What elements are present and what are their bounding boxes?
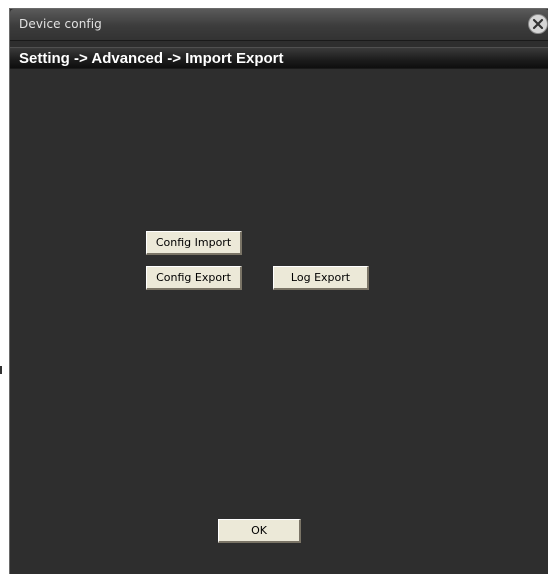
device-config-window: Device config Setting -> Advanced -> Imp… bbox=[9, 8, 548, 574]
breadcrumb-text: Setting -> Advanced -> Import Export bbox=[19, 50, 284, 67]
page-edge-mark bbox=[0, 366, 2, 374]
close-button[interactable] bbox=[528, 14, 548, 34]
ok-button[interactable]: OK bbox=[218, 519, 301, 543]
content-panel: Config Import Config Export Log Export O… bbox=[10, 69, 548, 574]
window-title: Device config bbox=[19, 17, 102, 31]
breadcrumb: Setting -> Advanced -> Import Export bbox=[10, 47, 548, 69]
window-titlebar[interactable]: Device config bbox=[10, 9, 548, 41]
config-import-button[interactable]: Config Import bbox=[146, 231, 242, 255]
config-export-button[interactable]: Config Export bbox=[146, 266, 242, 290]
log-export-button[interactable]: Log Export bbox=[273, 266, 369, 290]
